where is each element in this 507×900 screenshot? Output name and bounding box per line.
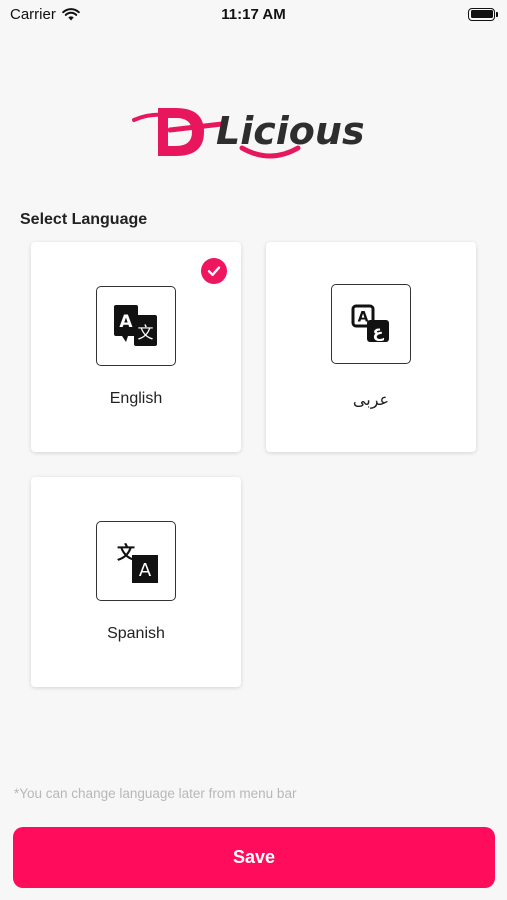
- svg-text:A: A: [119, 312, 133, 332]
- status-bar: Carrier 11:17 AM: [0, 0, 507, 28]
- language-footnote: *You can change language later from menu…: [14, 786, 297, 801]
- language-label: عربى: [352, 392, 390, 409]
- language-label: English: [109, 390, 163, 407]
- language-card-spanish[interactable]: 文 A Spanish: [31, 477, 241, 687]
- svg-text:A: A: [358, 310, 369, 326]
- svg-text:文: 文: [137, 323, 153, 342]
- language-card-arabic[interactable]: A ع عربى: [266, 242, 476, 452]
- arabic-translate-icon: A ع: [331, 284, 411, 364]
- section-title: Select Language: [20, 211, 148, 228]
- translate-a-icon: A 文: [96, 286, 176, 366]
- save-button[interactable]: Save: [13, 827, 495, 888]
- svg-text:A: A: [139, 560, 152, 581]
- status-time: 11:17 AM: [221, 5, 286, 23]
- selected-check-icon: [201, 258, 227, 284]
- translate-wen-a-icon: 文 A: [96, 521, 176, 601]
- svg-text:ع: ع: [373, 322, 385, 341]
- language-label: Spanish: [107, 625, 165, 642]
- dlicious-logo: Licious: [132, 108, 365, 159]
- language-card-english[interactable]: A 文 English: [31, 242, 241, 452]
- battery-icon: [468, 7, 498, 21]
- svg-text:Licious: Licious: [216, 109, 365, 153]
